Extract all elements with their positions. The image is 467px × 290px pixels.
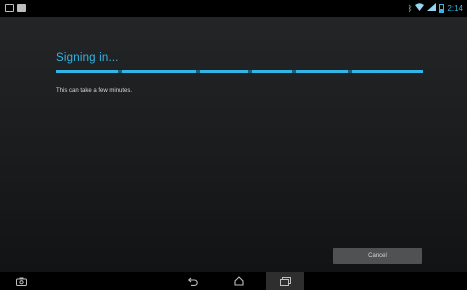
navigation-bar	[0, 272, 467, 290]
bluetooth-icon: ᛒ	[407, 3, 413, 13]
progress-segment	[352, 70, 423, 73]
status-bar: ᛒ 2:14	[0, 0, 467, 17]
progress-segment	[296, 70, 348, 73]
progress-segment	[252, 70, 292, 73]
recent-apps-button[interactable]	[266, 272, 304, 290]
gallery-icon	[5, 4, 14, 12]
battery-icon	[439, 4, 445, 13]
status-bar-system: ᛒ 2:14	[408, 3, 463, 14]
status-message: This can take a few minutes.	[56, 88, 133, 94]
progress-segment	[122, 70, 196, 73]
status-bar-notifications	[5, 4, 26, 12]
signing-in-screen: Signing in... This can take a few minute…	[0, 17, 467, 272]
photo-icon	[17, 4, 26, 12]
clock: 2:14	[447, 3, 463, 13]
page-title: Signing in...	[56, 52, 119, 64]
screenshot-icon	[15, 277, 27, 286]
home-button[interactable]	[226, 272, 252, 290]
back-button[interactable]	[180, 272, 206, 290]
progress-bar	[56, 70, 423, 73]
progress-segment	[56, 70, 118, 73]
progress-segment	[200, 70, 248, 73]
screenshot-button[interactable]	[10, 272, 32, 290]
home-icon	[234, 276, 244, 286]
cancel-button[interactable]: Cancel	[333, 248, 422, 264]
back-icon	[188, 277, 198, 286]
wifi-signal-icon	[427, 3, 437, 14]
recent-apps-icon	[279, 276, 291, 286]
wifi-icon	[415, 3, 425, 14]
